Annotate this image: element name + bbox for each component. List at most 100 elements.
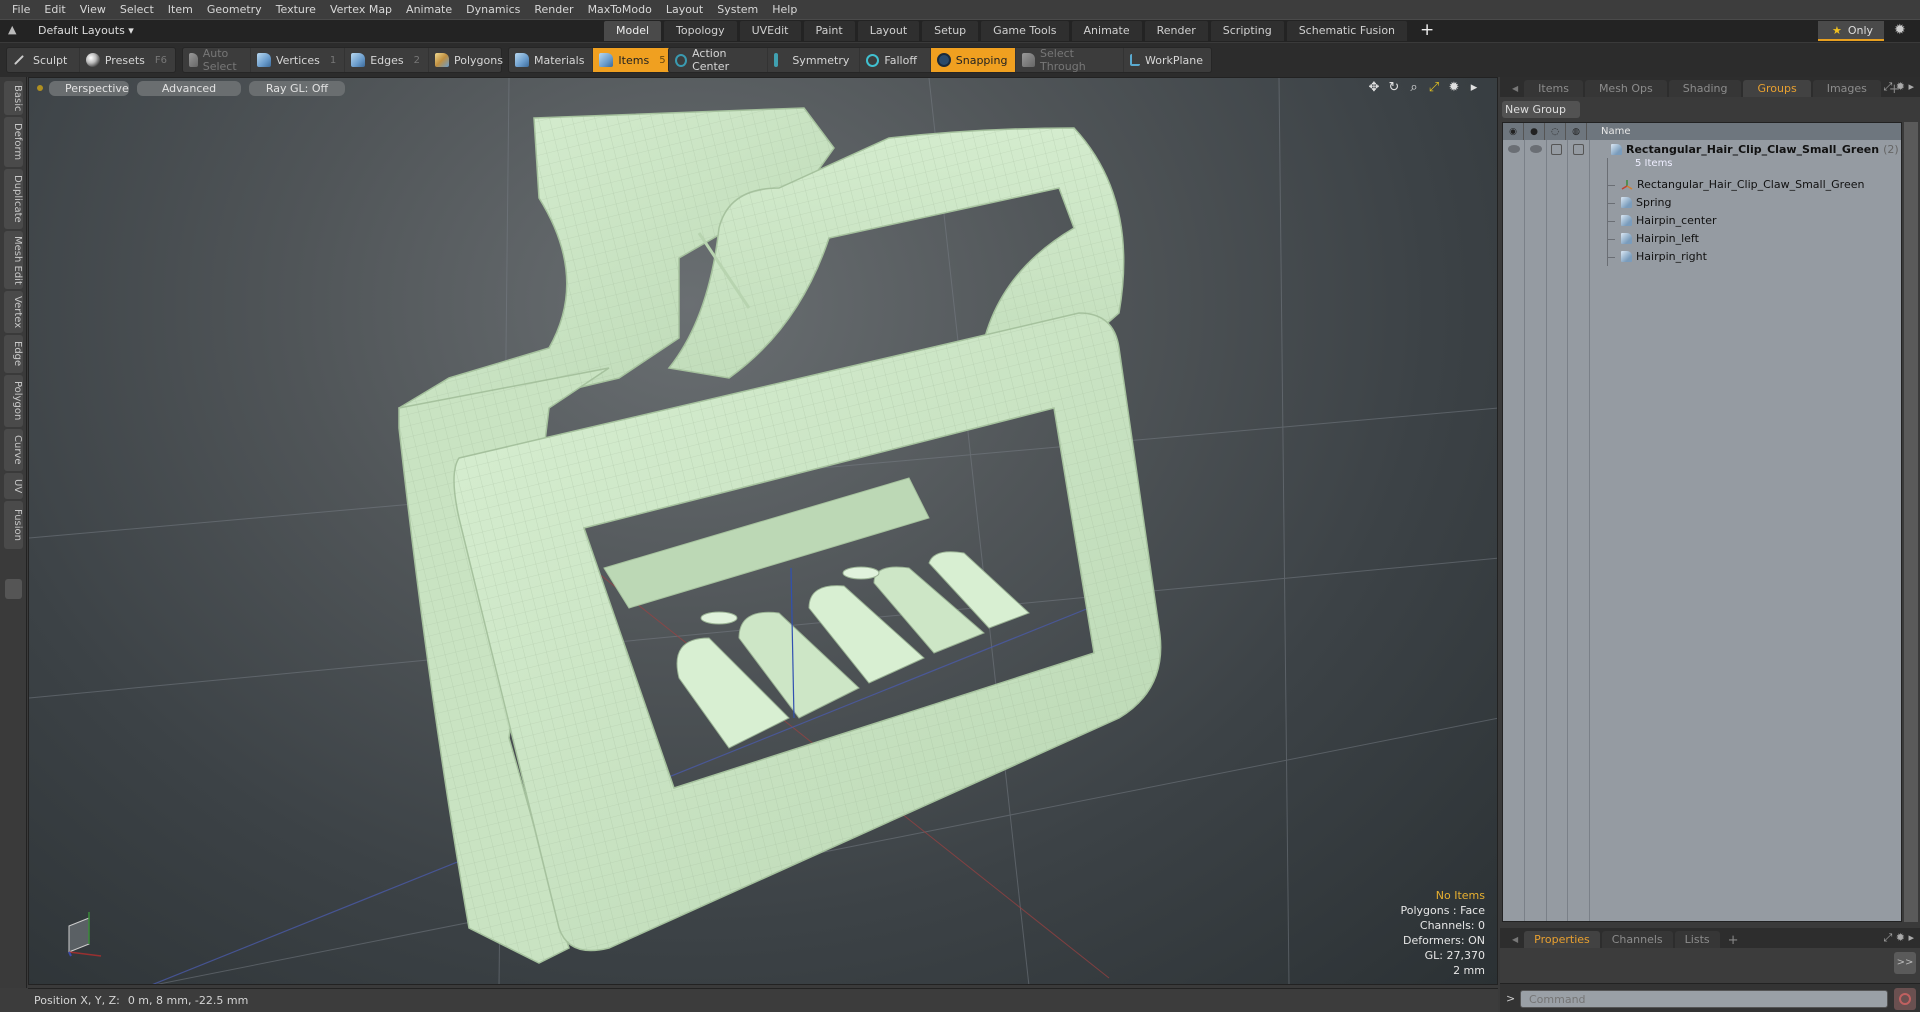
pan-icon[interactable]: ✥ bbox=[1367, 80, 1381, 95]
gear-icon[interactable]: ✹ bbox=[1894, 22, 1906, 38]
sculpt-button[interactable]: Sculpt bbox=[7, 48, 80, 72]
menu-help[interactable]: Help bbox=[766, 3, 805, 16]
menu-file[interactable]: File bbox=[6, 3, 38, 16]
groups-panel-tab-groups[interactable]: Groups bbox=[1743, 80, 1811, 97]
menu-item[interactable]: Item bbox=[162, 3, 201, 16]
left-tab-mesh-edit[interactable]: Mesh Edit bbox=[4, 231, 23, 289]
groups-panel-collapse-icon[interactable]: ◀ bbox=[1512, 84, 1518, 93]
menu-render[interactable]: Render bbox=[528, 3, 581, 16]
layout-tab-schematic-fusion[interactable]: Schematic Fusion bbox=[1286, 21, 1408, 41]
viewport-settings-icon[interactable]: ✹ bbox=[1447, 80, 1461, 95]
left-tab-basic[interactable]: Basic bbox=[4, 81, 23, 115]
command-input[interactable] bbox=[1520, 990, 1888, 1008]
select-through-button[interactable]: Select Through bbox=[1016, 47, 1124, 73]
select-checkbox[interactable] bbox=[1573, 144, 1584, 155]
groups-panel-panel-icons[interactable]: ⤢ ✹ ▸ bbox=[1883, 80, 1914, 94]
layout-tab-model[interactable]: Model bbox=[604, 21, 662, 41]
render-toggle-icon[interactable] bbox=[1530, 145, 1542, 153]
menu-view[interactable]: View bbox=[74, 3, 114, 16]
layout-tab-topology[interactable]: Topology bbox=[664, 21, 737, 41]
menu-dynamics[interactable]: Dynamics bbox=[460, 3, 528, 16]
left-tab-duplicate[interactable]: Duplicate bbox=[4, 169, 23, 229]
properties-panel-tab-lists[interactable]: Lists bbox=[1674, 931, 1720, 948]
menu-vertex-map[interactable]: Vertex Map bbox=[324, 3, 400, 16]
layout-tab-setup[interactable]: Setup bbox=[922, 21, 979, 41]
lock-column-icon[interactable]: ◌ bbox=[1545, 123, 1566, 140]
layout-selector[interactable]: Default Layouts ▾ bbox=[38, 24, 134, 37]
viewport-expand-icon[interactable]: ▸ bbox=[1467, 80, 1481, 95]
falloff-button[interactable]: Falloff bbox=[860, 48, 931, 72]
name-column-header[interactable]: Name bbox=[1587, 123, 1631, 140]
shading-mode-button[interactable]: Advanced bbox=[137, 80, 241, 96]
new-group-button[interactable]: New Group bbox=[1502, 101, 1580, 118]
layout-tab-uvedit[interactable]: UVEdit bbox=[739, 21, 801, 41]
menu-texture[interactable]: Texture bbox=[270, 3, 324, 16]
properties-panel-add-tab-button[interactable]: + bbox=[1722, 933, 1745, 948]
layout-tab-layout[interactable]: Layout bbox=[857, 21, 920, 41]
groups-panel-tab-mesh-ops[interactable]: Mesh Ops bbox=[1584, 80, 1667, 97]
groups-panel-tab-images[interactable]: Images bbox=[1812, 80, 1881, 97]
properties-panel-panel-icons[interactable]: ⤢ ✹ ▸ bbox=[1883, 931, 1914, 945]
left-panel-toggle[interactable] bbox=[5, 579, 22, 599]
presets-button[interactable]: Presets F6 bbox=[80, 48, 175, 72]
viewport-menu-dot[interactable] bbox=[37, 85, 43, 91]
workplane-button[interactable]: WorkPlane bbox=[1124, 48, 1211, 72]
properties-panel-collapse-icon[interactable]: ◀ bbox=[1512, 935, 1518, 944]
left-tab-vertex[interactable]: Vertex bbox=[4, 291, 23, 333]
snapping-button[interactable]: Snapping bbox=[930, 48, 1017, 72]
raygl-button[interactable]: Ray GL: Off bbox=[249, 80, 345, 96]
group-child-row[interactable]: Hairpin_right bbox=[1503, 248, 1901, 266]
expand-button[interactable]: >> bbox=[1894, 952, 1916, 974]
menu-select[interactable]: Select bbox=[114, 3, 162, 16]
render-column-icon[interactable]: ● bbox=[1524, 123, 1545, 140]
materials-button[interactable]: Materials bbox=[509, 48, 594, 72]
polygons-button[interactable]: Polygons bbox=[429, 48, 511, 72]
lock-checkbox[interactable] bbox=[1551, 144, 1562, 155]
view-mode-button[interactable]: Perspective bbox=[49, 80, 129, 96]
group-child-row[interactable]: Rectangular_Hair_Clip_Claw_Small_Green bbox=[1503, 176, 1901, 194]
collapse-up-icon[interactable]: ▲ bbox=[8, 23, 22, 37]
zoom-icon[interactable]: ⌕ bbox=[1407, 80, 1421, 95]
edges-button[interactable]: Edges 2 bbox=[345, 48, 429, 72]
items-button[interactable]: Items 5 bbox=[593, 48, 674, 72]
3d-viewport[interactable]: Perspective Advanced Ray GL: Off ✥ ↻ ⌕ ⤢… bbox=[28, 77, 1498, 985]
fit-icon[interactable]: ⤢ bbox=[1427, 80, 1441, 95]
groups-panel-tab-shading[interactable]: Shading bbox=[1668, 80, 1742, 97]
properties-panel-tab-properties[interactable]: Properties bbox=[1524, 931, 1600, 948]
groups-panel-tab-items[interactable]: Items bbox=[1524, 80, 1583, 97]
menu-geometry[interactable]: Geometry bbox=[201, 3, 270, 16]
group-child-row[interactable]: Hairpin_center bbox=[1503, 212, 1901, 230]
group-child-row[interactable]: Spring bbox=[1503, 194, 1901, 212]
left-tab-polygon[interactable]: Polygon bbox=[4, 375, 23, 427]
menu-system[interactable]: System bbox=[711, 3, 766, 16]
left-tab-curve[interactable]: Curve bbox=[4, 429, 23, 471]
left-tab-fusion[interactable]: Fusion bbox=[4, 501, 23, 549]
select-column-icon[interactable]: ◍ bbox=[1566, 123, 1587, 140]
properties-panel-tab-channels[interactable]: Channels bbox=[1601, 931, 1673, 948]
layout-tab-animate[interactable]: Animate bbox=[1071, 21, 1142, 41]
symmetry-button[interactable]: Symmetry bbox=[768, 48, 861, 72]
group-row[interactable]: Rectangular_Hair_Clip_Claw_Small_Green (… bbox=[1503, 141, 1913, 159]
menu-maxtomodo[interactable]: MaxToModo bbox=[582, 3, 660, 16]
groups-list[interactable]: ◉ ● ◌ ◍ Name Rectangular_Hair_Clip_Claw_… bbox=[1502, 122, 1913, 922]
layout-tab-game-tools[interactable]: Game Tools bbox=[981, 21, 1069, 41]
record-macro-button[interactable] bbox=[1894, 988, 1916, 1010]
left-tab-uv[interactable]: UV bbox=[4, 473, 23, 499]
menu-edit[interactable]: Edit bbox=[38, 3, 73, 16]
menu-layout[interactable]: Layout bbox=[660, 3, 711, 16]
rotate-icon[interactable]: ↻ bbox=[1387, 80, 1401, 95]
left-tab-edge[interactable]: Edge bbox=[4, 335, 23, 373]
action-center-button[interactable]: Action Center bbox=[669, 47, 769, 73]
only-button[interactable]: ★ Only bbox=[1818, 21, 1884, 41]
menu-animate[interactable]: Animate bbox=[400, 3, 460, 16]
layout-tab-render[interactable]: Render bbox=[1144, 21, 1208, 41]
left-tab-deform[interactable]: Deform bbox=[4, 117, 23, 167]
vertices-button[interactable]: Vertices 1 bbox=[251, 48, 346, 72]
auto-select-button[interactable]: Auto Select bbox=[183, 47, 251, 73]
add-layout-tab-button[interactable]: + bbox=[1410, 21, 1444, 42]
group-child-row[interactable]: Hairpin_left bbox=[1503, 230, 1901, 248]
visibility-column-icon[interactable]: ◉ bbox=[1503, 123, 1524, 140]
layout-tab-paint[interactable]: Paint bbox=[803, 21, 855, 41]
layout-tab-scripting[interactable]: Scripting bbox=[1210, 21, 1284, 41]
visibility-eye-icon[interactable] bbox=[1508, 145, 1520, 153]
